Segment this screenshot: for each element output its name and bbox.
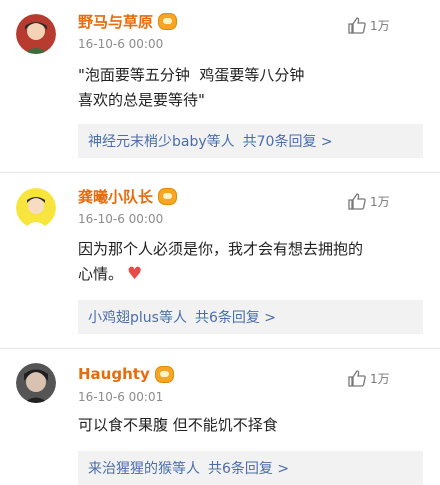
heart-emoji: ♥	[127, 264, 143, 284]
like-count: 1万	[370, 19, 390, 33]
member-badge-icon	[158, 13, 178, 30]
username[interactable]: Haughty	[78, 365, 174, 383]
replies-link[interactable]: 来治猩猩的猴等人 共6条回复 >	[78, 451, 423, 485]
comment-text-body: 因为那个人必须是你，我才会有想去拥抱的 心情。	[78, 240, 364, 283]
avatar[interactable]	[16, 188, 56, 228]
username[interactable]: 龚曦小队长	[78, 186, 178, 207]
like-button[interactable]: 1万	[348, 193, 390, 210]
member-badge-icon	[154, 365, 174, 383]
timestamp: 16-10-6 00:00	[78, 212, 164, 226]
replies-count: 共6条回复 >	[208, 461, 290, 477]
avatar[interactable]	[16, 14, 56, 54]
like-count: 1万	[370, 372, 390, 386]
replies-count: 共70条回复 >	[242, 134, 333, 150]
like-button[interactable]: 1万	[348, 17, 390, 34]
replies-users: 来治猩猩的猴等人	[88, 461, 200, 477]
timestamp: 16-10-6 00:00	[78, 37, 164, 51]
replies-count: 共6条回复 >	[194, 310, 277, 326]
divider	[0, 348, 440, 349]
comment-text: 可以食不果腹 但不能饥不择食	[78, 416, 278, 434]
divider	[0, 172, 440, 173]
username-text[interactable]: 龚曦小队长	[78, 186, 153, 207]
thumbs-up-icon	[348, 370, 366, 387]
timestamp: 16-10-6 00:01	[78, 390, 164, 404]
username[interactable]: 野马与草原	[78, 11, 178, 32]
like-button[interactable]: 1万	[348, 370, 390, 387]
replies-link[interactable]: 小鸡翅plus等人 共6条回复 >	[78, 300, 423, 334]
thumbs-up-icon	[348, 193, 366, 210]
thumbs-up-icon	[348, 17, 366, 34]
username-text[interactable]: Haughty	[78, 365, 150, 383]
replies-link[interactable]: 神经元末梢少baby等人 共70条回复 >	[78, 124, 423, 158]
replies-users: 小鸡翅plus等人	[88, 310, 187, 326]
replies-users: 神经元末梢少baby等人	[88, 134, 235, 150]
comment-text: "泡面要等五分钟 鸡蛋要等八分钟 喜欢的总是要等待"	[78, 66, 305, 109]
avatar[interactable]	[16, 363, 56, 403]
username-text[interactable]: 野马与草原	[78, 11, 153, 32]
member-badge-icon	[158, 188, 178, 205]
comment-text: 因为那个人必须是你，我才会有想去拥抱的 心情。 ♥	[78, 237, 418, 287]
like-count: 1万	[370, 195, 390, 209]
